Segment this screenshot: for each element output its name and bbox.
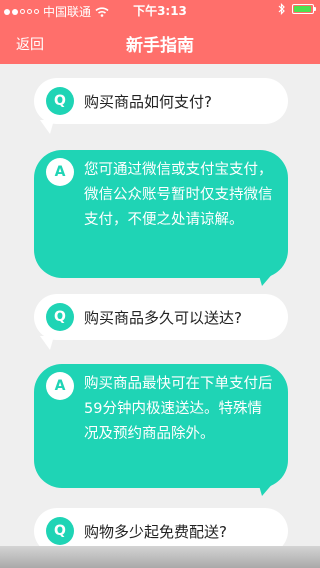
question-text: 购物多少起免费配送? — [84, 522, 227, 541]
header-bar: 中国联通 下午3:13 返回 新手指南 — [0, 0, 320, 64]
battery-level — [294, 6, 311, 12]
question-badge: Q — [46, 303, 74, 331]
question-bubble-tail — [40, 120, 54, 134]
battery-icon — [292, 4, 316, 14]
question-text: 购买商品多久可以送达? — [84, 308, 242, 327]
answer-bubble: A 购买商品最快可在下单支付后59分钟内极速送达。特殊情况及预约商品除外。 — [34, 364, 288, 488]
question-badge: Q — [46, 517, 74, 545]
question-badge: Q — [46, 87, 74, 115]
faq-list: Q 购买商品如何支付? A 您可通过微信或支付宝支付，微信公众账号暂时仅支持微信… — [0, 64, 320, 568]
bluetooth-icon — [278, 3, 285, 15]
answer-badge: A — [46, 372, 74, 400]
bottom-overlay — [0, 546, 320, 568]
page-title: 新手指南 — [126, 36, 194, 56]
question-bubble: Q 购买商品多久可以送达? — [34, 294, 288, 340]
answer-text: 购买商品最快可在下单支付后59分钟内极速送达。特殊情况及预约商品除外。 — [84, 376, 273, 442]
status-time: 下午3:13 — [133, 4, 187, 18]
question-text: 购买商品如何支付? — [84, 92, 212, 111]
answer-bubble: A 您可通过微信或支付宝支付，微信公众账号暂时仅支持微信支付，不便之处请谅解。 — [34, 150, 288, 278]
question-bubble-tail — [40, 336, 54, 350]
question-bubble: Q 购买商品如何支付? — [34, 78, 288, 124]
answer-badge: A — [46, 158, 74, 186]
answer-bubble-tail — [258, 272, 274, 286]
answer-bubble-tail — [258, 482, 274, 496]
status-right — [278, 3, 316, 15]
answer-text: 您可通过微信或支付宝支付，微信公众账号暂时仅支持微信支付，不便之处请谅解。 — [84, 162, 273, 228]
status-bar: 中国联通 下午3:13 — [0, 0, 320, 20]
